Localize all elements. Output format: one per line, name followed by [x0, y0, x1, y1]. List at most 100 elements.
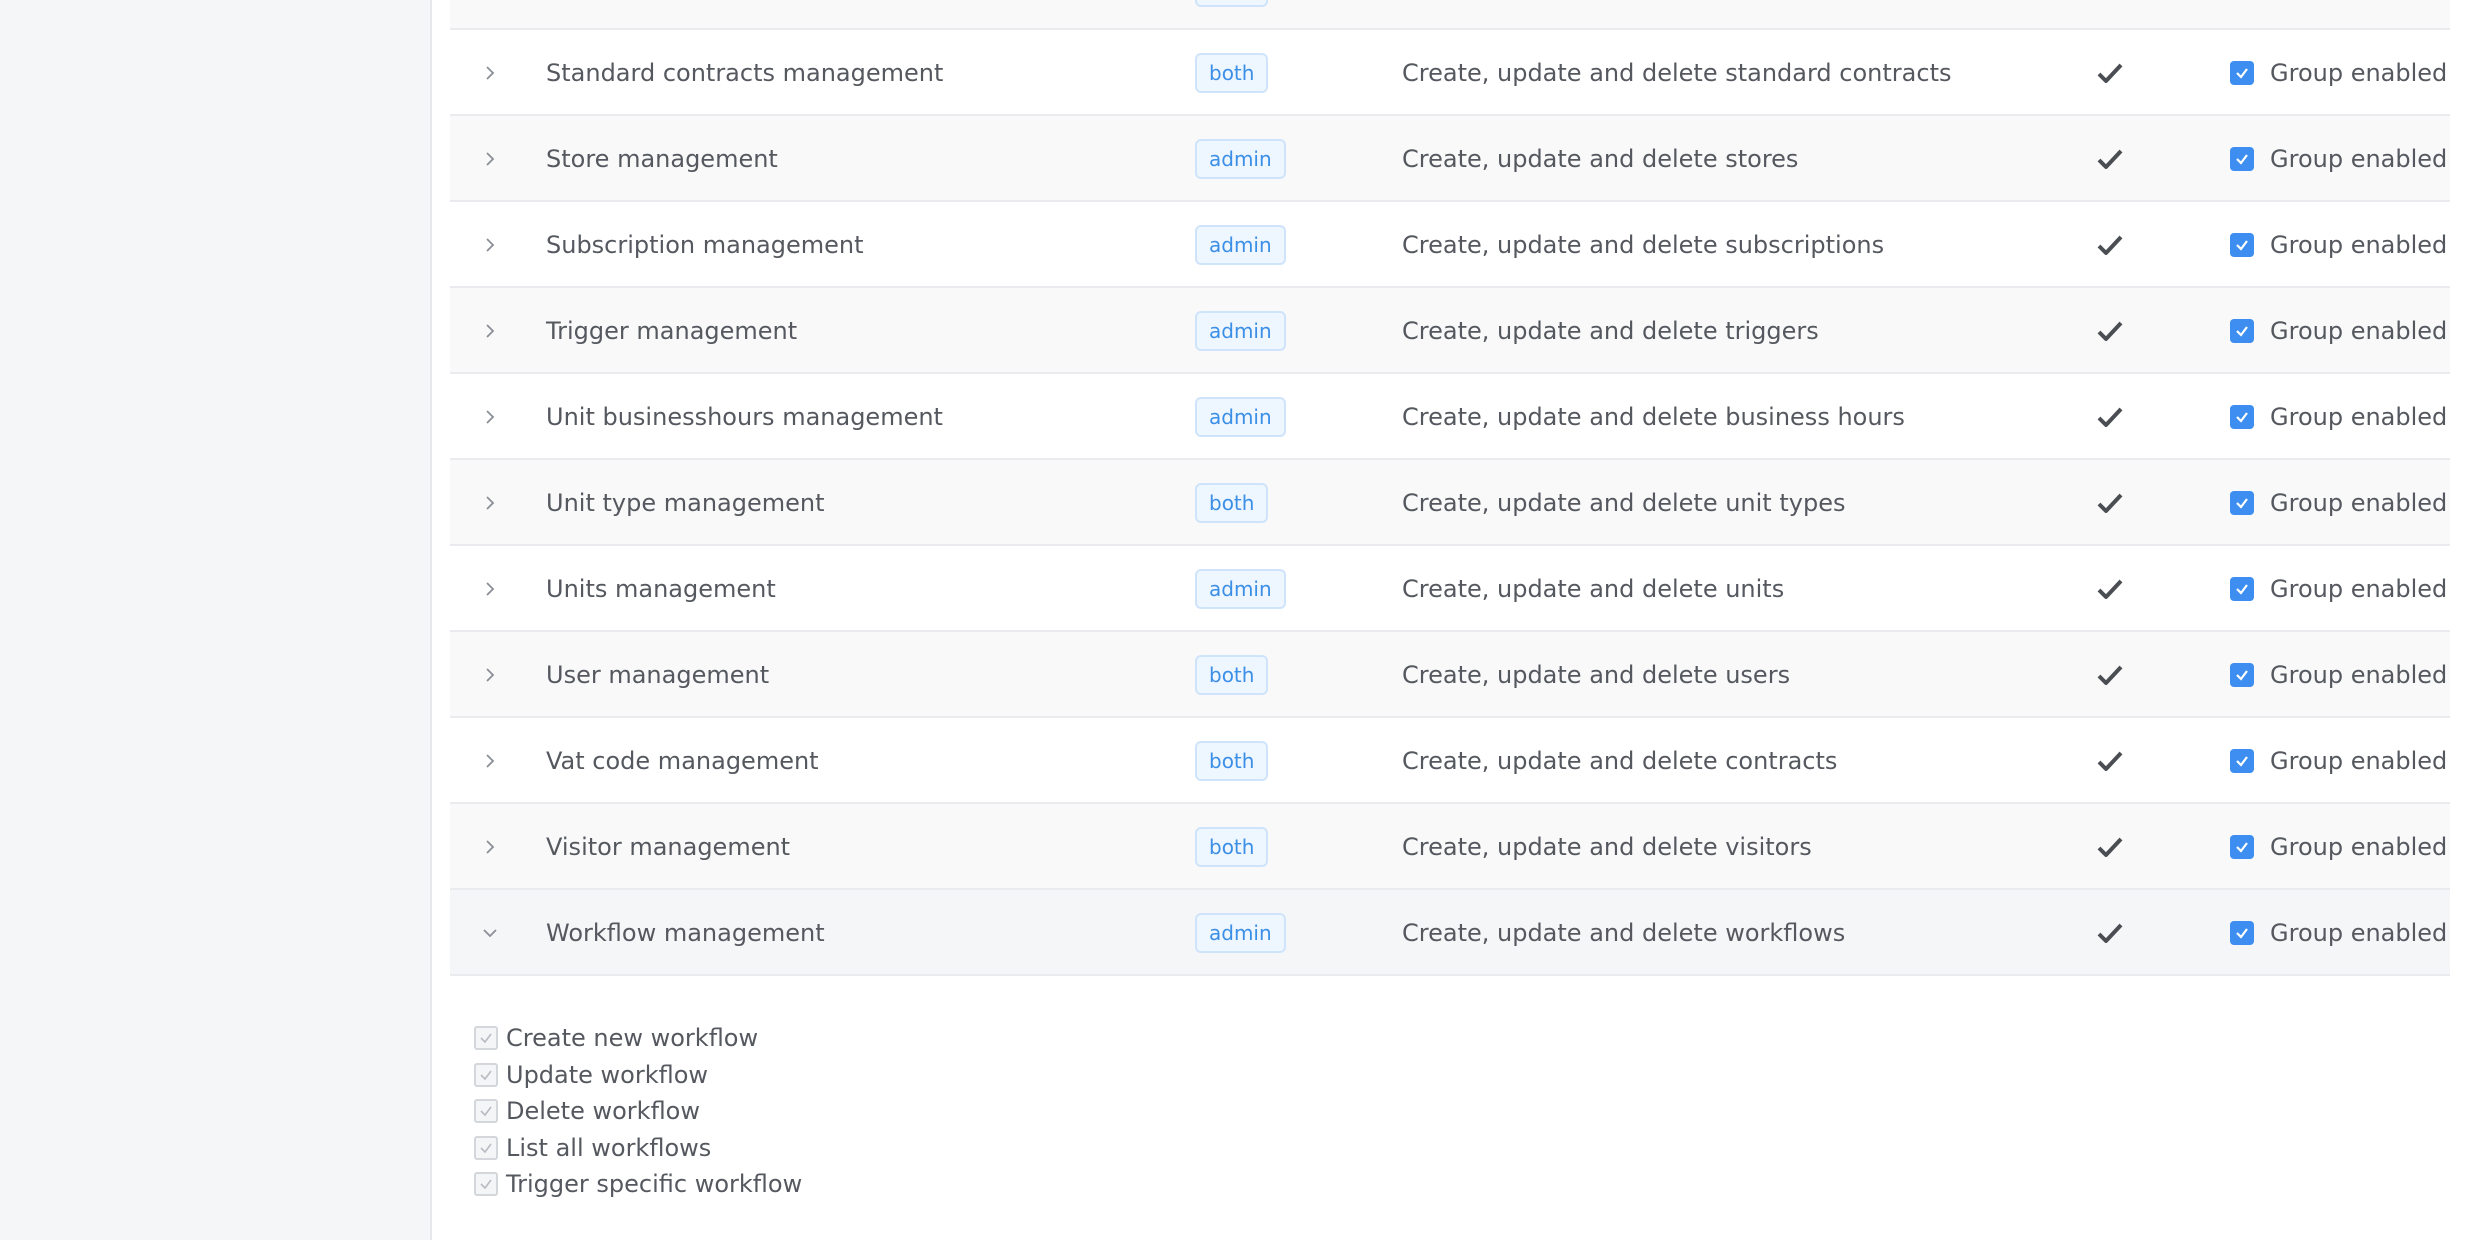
permission-label: Trigger specific workflow	[506, 1170, 803, 1199]
table-row[interactable]: Store management admin Create, update and …	[450, 116, 2450, 202]
group-enabled-label: Group enabled	[2270, 575, 2448, 603]
chevron-right-icon[interactable]	[450, 460, 530, 546]
check-icon	[2070, 202, 2150, 288]
group-enabled-checkbox[interactable]	[2230, 61, 2254, 85]
group-enabled-checkbox[interactable]	[2230, 835, 2254, 859]
chevron-right-icon[interactable]	[450, 374, 530, 460]
group-enabled-checkbox[interactable]	[2230, 405, 2254, 429]
table-row[interactable]: Visitor management both Create, update and…	[450, 804, 2450, 890]
row-name: Workflow management	[546, 919, 825, 947]
chevron-right-icon[interactable]	[450, 804, 530, 890]
group-enabled-toggle[interactable]: Group enabled	[2230, 632, 2470, 718]
permission-checkbox[interactable]	[474, 1135, 498, 1160]
chevron-down-icon[interactable]	[450, 890, 530, 976]
table-row[interactable]: User management both Create, update and de…	[450, 632, 2450, 718]
group-enabled-toggle[interactable]: Group enabled	[2230, 202, 2470, 288]
role-badge: both	[1195, 0, 1269, 7]
permissions-table: both Standard contracts management both Cr…	[450, 0, 2450, 976]
table-row[interactable]: Unit type management both Create, update a…	[450, 460, 2450, 546]
row-name: Subscription management	[546, 231, 864, 259]
group-enabled-checkbox[interactable]	[2230, 147, 2254, 171]
group-enabled-checkbox[interactable]	[2230, 233, 2254, 257]
group-enabled-label: Group enabled	[2270, 403, 2448, 431]
permission-item[interactable]: List all workflows	[474, 1130, 802, 1167]
chevron-right-icon[interactable]	[450, 718, 530, 804]
row-description: Create, update and delete workflows	[1402, 919, 1846, 947]
group-enabled-label: Group enabled	[2270, 747, 2448, 775]
permission-item[interactable]: Create new workflow	[474, 1020, 802, 1057]
group-enabled-checkbox[interactable]	[2230, 749, 2254, 773]
permission-item[interactable]: Delete workflow	[474, 1093, 802, 1130]
group-enabled-toggle[interactable]: Group enabled	[2230, 804, 2470, 890]
group-enabled-checkbox[interactable]	[2230, 921, 2254, 945]
row-name: Trigger management	[546, 317, 798, 345]
table-row[interactable]: Standard contracts management both Create,…	[450, 30, 2450, 116]
permission-checkbox[interactable]	[474, 1026, 498, 1051]
table-row[interactable]: Workflow management admin Create, update a…	[450, 890, 2450, 976]
group-enabled-toggle[interactable]: Group enabled	[2230, 30, 2470, 116]
group-enabled-toggle[interactable]: Group enabled	[2230, 890, 2470, 976]
role-badge: both	[1195, 483, 1269, 523]
chevron-right-icon[interactable]	[450, 202, 530, 288]
row-description: Create, update and delete subscriptions	[1402, 231, 1885, 259]
group-enabled-toggle[interactable]: Group enabled	[2230, 288, 2470, 374]
permission-label: Create new workflow	[506, 1024, 759, 1053]
row-name: Standard contracts management	[546, 59, 944, 87]
group-enabled-label: Group enabled	[2270, 833, 2448, 861]
row-name: Vat code management	[546, 747, 819, 775]
group-enabled-toggle[interactable]: Group enabled	[2230, 718, 2470, 804]
check-icon	[2070, 718, 2150, 804]
permission-item[interactable]: Trigger specific workflow	[474, 1166, 802, 1203]
chevron-right-icon[interactable]	[450, 546, 530, 632]
workflow-permissions-list: Create new workflow Update workflow Delete…	[474, 1020, 802, 1203]
left-panel	[0, 0, 432, 1240]
role-badge: admin	[1195, 913, 1286, 953]
chevron-right-icon[interactable]	[450, 632, 530, 718]
table-row[interactable]: Vat code management both Create, update an…	[450, 718, 2450, 804]
permission-label: Update workflow	[506, 1060, 709, 1089]
permission-label: List all workflows	[506, 1133, 712, 1162]
permission-checkbox[interactable]	[474, 1172, 498, 1197]
group-enabled-label: Group enabled	[2270, 59, 2448, 87]
role-badge: admin	[1195, 569, 1286, 609]
group-enabled-toggle[interactable]: Group enabled	[2230, 116, 2470, 202]
row-description: Create, update and delete business hours	[1402, 403, 1905, 431]
group-enabled-toggle[interactable]: Group enabled	[2230, 546, 2470, 632]
group-enabled-checkbox[interactable]	[2230, 319, 2254, 343]
check-icon	[2070, 546, 2150, 632]
group-enabled-label: Group enabled	[2270, 145, 2448, 173]
table-row[interactable]: Units management admin Create, update and …	[450, 546, 2450, 632]
table-row[interactable]: Unit businesshours management admin Create…	[450, 374, 2450, 460]
permission-checkbox[interactable]	[474, 1062, 498, 1087]
group-enabled-toggle[interactable]: Group enabled	[2230, 460, 2470, 546]
group-enabled-label: Group enabled	[2270, 231, 2448, 259]
table-row[interactable]: Subscription management admin Create, upda…	[450, 202, 2450, 288]
table-row-partial[interactable]: both	[450, 0, 2450, 30]
group-enabled-checkbox[interactable]	[2230, 577, 2254, 601]
permission-checkbox[interactable]	[474, 1099, 498, 1124]
row-description: Create, update and delete standard contr…	[1402, 59, 1952, 87]
role-badge: both	[1195, 827, 1269, 867]
row-name: Unit type management	[546, 489, 825, 517]
row-name: Unit businesshours management	[546, 403, 943, 431]
row-name: User management	[546, 661, 770, 689]
chevron-right-icon[interactable]	[450, 30, 530, 116]
row-name: Visitor management	[546, 833, 791, 861]
row-description: Create, update and delete unit types	[1402, 489, 1846, 517]
chevron-right-icon[interactable]	[450, 288, 530, 374]
check-icon	[2070, 890, 2150, 976]
row-description: Create, update and delete stores	[1402, 145, 1799, 173]
table-row[interactable]: Trigger management admin Create, update an…	[450, 288, 2450, 374]
chevron-right-icon[interactable]	[450, 116, 530, 202]
permission-label: Delete workflow	[506, 1097, 700, 1126]
role-badge: admin	[1195, 139, 1286, 179]
group-enabled-label: Group enabled	[2270, 919, 2448, 947]
role-badge: both	[1195, 655, 1269, 695]
group-enabled-checkbox[interactable]	[2230, 491, 2254, 515]
group-enabled-toggle[interactable]: Group enabled	[2230, 374, 2470, 460]
role-badge: admin	[1195, 311, 1286, 351]
row-name: Store management	[546, 145, 778, 173]
group-enabled-checkbox[interactable]	[2230, 663, 2254, 687]
permission-item[interactable]: Update workflow	[474, 1057, 802, 1094]
role-badge: both	[1195, 741, 1269, 781]
